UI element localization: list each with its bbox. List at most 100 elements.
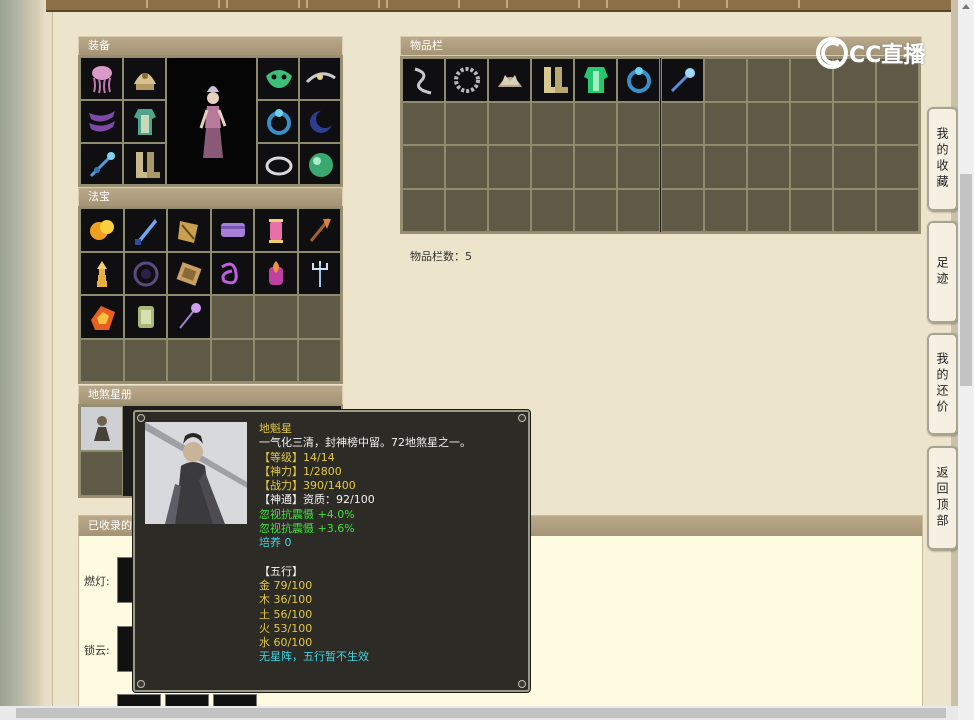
inventory-slot[interactable] [703,58,747,102]
inventory-slot[interactable] [746,145,790,189]
inventory-slot[interactable] [660,145,704,189]
inventory-slot[interactable] [445,58,489,102]
star-book-slot[interactable] [80,451,123,496]
scroll-up-icon[interactable] [962,4,970,9]
treasure-slot[interactable] [210,338,254,382]
inventory-slot[interactable] [832,188,876,232]
equip-slot-sash[interactable] [80,100,123,143]
inventory-slot[interactable] [617,101,661,145]
moon-ring-icon [310,110,334,133]
inventory-slot[interactable] [402,101,446,145]
equip-slot-bracelet[interactable] [257,143,299,185]
inventory-slot[interactable] [703,101,747,145]
inventory-slot[interactable] [617,188,661,232]
treasure-slot[interactable] [80,208,124,252]
treasure-slot[interactable] [297,295,341,339]
equip-slot-boots[interactable] [123,143,166,185]
treasure-slot[interactable] [123,208,167,252]
horizontal-scroll-thumb[interactable] [16,708,946,718]
treasure-slot[interactable] [123,251,167,295]
inventory-slot[interactable] [660,101,704,145]
treasure-slot[interactable] [80,251,124,295]
equip-slot-shirt[interactable] [123,100,166,143]
character-model[interactable] [166,57,257,185]
inventory-slot[interactable] [531,145,575,189]
inventory-slot[interactable] [832,101,876,145]
inventory-slot[interactable] [574,145,618,189]
inventory-slot[interactable] [875,188,919,232]
sash-icon [89,111,115,132]
star-book-slot-selected[interactable] [80,406,123,451]
back-to-top-tab[interactable]: 返回顶部 [927,446,958,550]
treasure-slot[interactable] [123,295,167,339]
treasure-slot[interactable] [254,208,298,252]
inventory-slot[interactable] [789,188,833,232]
collected-row-label: 锁云: [84,644,110,657]
treasure-slot[interactable] [297,251,341,295]
treasure-slot[interactable] [254,338,298,382]
my-bargain-tab[interactable]: 我的还价 [927,333,958,435]
tooltip-corner [518,680,526,688]
inventory-slot[interactable] [488,188,532,232]
inventory-slot[interactable] [531,101,575,145]
equip-slot-jellyfish[interactable] [80,57,123,100]
treasure-slot[interactable] [167,295,211,339]
inventory-slot[interactable] [402,145,446,189]
equip-slot-scepter[interactable] [80,143,123,185]
treasure-slot[interactable] [80,295,124,339]
treasure-slot[interactable] [167,338,211,382]
treasure-slot[interactable] [123,338,167,382]
inventory-slot[interactable] [488,58,532,102]
inventory-slot[interactable] [445,145,489,189]
treasure-slot[interactable] [254,295,298,339]
inventory-slot[interactable] [574,58,618,102]
footprint-tab[interactable]: 足迹 [927,221,958,323]
vertical-scrollbar[interactable] [958,0,974,720]
inventory-slot[interactable] [660,188,704,232]
treasure-slot[interactable] [210,208,254,252]
inventory-slot[interactable] [875,101,919,145]
treasure-slot[interactable] [210,295,254,339]
inventory-slot[interactable] [488,145,532,189]
equip-slot-belt[interactable] [299,57,341,100]
inventory-slot[interactable] [703,188,747,232]
inventory-slot[interactable] [402,58,446,102]
vertical-scroll-thumb[interactable] [960,174,972,386]
treasure-slot[interactable] [254,251,298,295]
equip-slot-jade-orb[interactable] [299,143,341,185]
equip-slot-ring[interactable] [257,100,299,143]
inventory-slot[interactable] [488,101,532,145]
inventory-slot[interactable] [789,101,833,145]
horizontal-scrollbar[interactable] [0,706,958,720]
treasure-slot[interactable] [167,208,211,252]
inventory-slot[interactable] [445,101,489,145]
equip-slot-moon-ring[interactable] [299,100,341,143]
inventory-slot[interactable] [746,101,790,145]
inventory-slot[interactable] [875,145,919,189]
inventory-slot[interactable] [574,188,618,232]
inventory-slot[interactable] [746,188,790,232]
inventory-slot[interactable] [402,188,446,232]
inventory-slot[interactable] [660,58,704,102]
shirt-icon [134,109,156,135]
treasure-slot[interactable] [297,208,341,252]
treasure-slot[interactable] [80,338,124,382]
inventory-slot[interactable] [789,145,833,189]
inventory-slot[interactable] [574,101,618,145]
equip-slot-mask[interactable] [257,57,299,100]
treasure-slot[interactable] [297,338,341,382]
inventory-slot[interactable] [445,188,489,232]
inventory-slot[interactable] [832,145,876,189]
inventory-slot[interactable] [617,145,661,189]
inventory-slot[interactable] [617,58,661,102]
favorites-tab[interactable]: 我的收藏 [927,107,958,211]
inventory-slot[interactable] [746,58,790,102]
inventory-slot[interactable] [703,145,747,189]
inventory-slot[interactable] [531,58,575,102]
equip-slot-helmet[interactable] [123,57,166,100]
treasure-slot[interactable] [210,251,254,295]
treasure-slot[interactable] [167,251,211,295]
warrior-portrait-icon [145,422,247,524]
inventory-slot[interactable] [531,188,575,232]
favorites-tab-label: 我的收藏 [935,127,949,191]
